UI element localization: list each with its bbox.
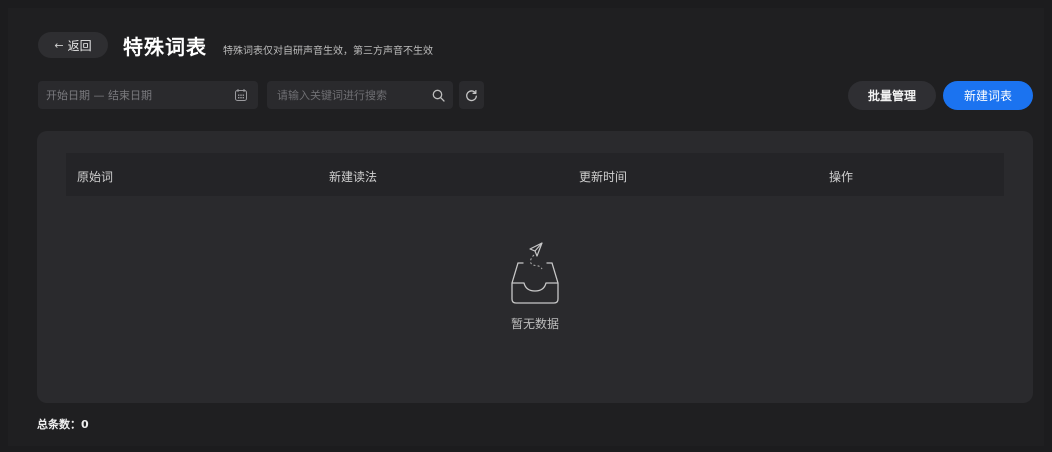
column-header-updated-time: 更新时间 [579,170,628,184]
search-field[interactable] [267,81,453,109]
refresh-icon [466,89,477,101]
back-button-label: 返回 [67,38,92,53]
arrow-left-icon: ← [54,38,64,52]
date-range-picker[interactable]: 开始日期 — 结束日期 [38,81,258,109]
new-wordlist-button[interactable]: 新建词表 [943,81,1033,110]
page-title: 特殊词表 [123,35,207,59]
date-range-placeholder: 开始日期 — 结束日期 [46,89,152,102]
page-subtitle: 特殊词表仅对自研声音生效，第三方声音不生效 [223,46,433,57]
table-panel: 原始词 新建读法 更新时间 操作 暂无数据 [37,131,1033,403]
table-header: 原始词 新建读法 更新时间 操作 [66,153,1004,196]
search-input[interactable] [275,87,432,103]
empty-state: 暂无数据 [37,239,1033,332]
column-header-actions: 操作 [829,170,854,184]
total-count-label: 总条数： [37,418,81,431]
calendar-icon[interactable] [234,88,248,102]
back-button[interactable]: ← 返回 [38,32,108,58]
total-count-value: 0 [81,418,89,431]
empty-inbox-icon [511,242,559,304]
column-header-original-word: 原始词 [77,170,114,184]
batch-manage-button[interactable]: 批量管理 [848,81,936,110]
total-count: 总条数：0 [37,416,89,432]
search-icon[interactable] [432,89,445,102]
refresh-button[interactable] [459,81,484,109]
empty-state-text: 暂无数据 [510,317,559,331]
column-header-new-pronunciation: 新建读法 [329,170,378,184]
